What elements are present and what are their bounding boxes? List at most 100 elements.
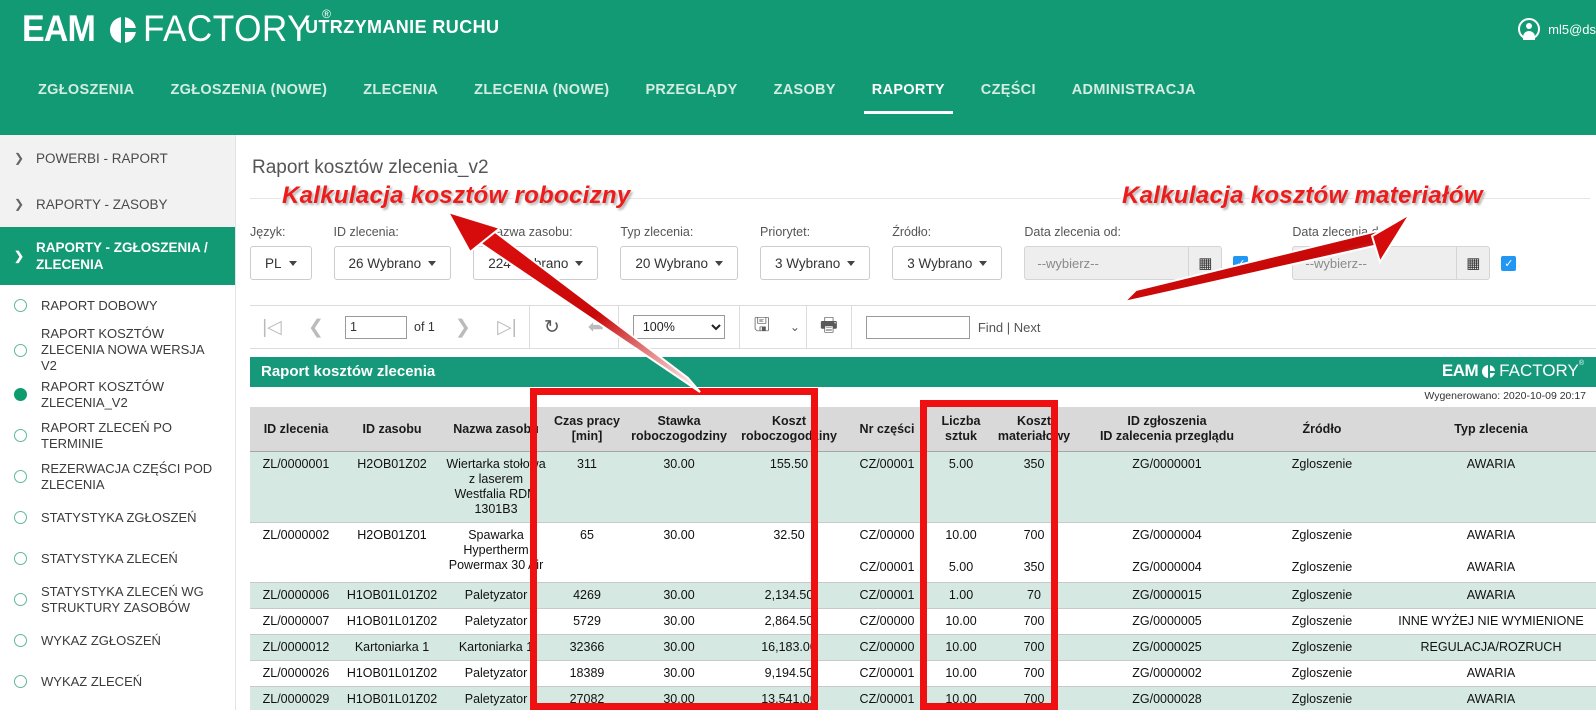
first-page-icon[interactable]: |◁ xyxy=(250,305,294,349)
sidebar-item-9[interactable]: WYKAZ ZGŁOSZEŃ xyxy=(0,620,235,661)
find-next-label[interactable]: Find | Next xyxy=(978,320,1041,335)
previous-page-icon[interactable]: ❮ xyxy=(294,305,338,349)
cell-zrodlo: Zgloszenie xyxy=(1258,686,1386,710)
nav-item-administracja[interactable]: ADMINISTRACJA xyxy=(1054,82,1214,114)
nav-item-zlecenia-nowe[interactable]: ZLECENIA (NOWE) xyxy=(456,82,627,114)
calendar-picker-button[interactable]: ▦ xyxy=(1188,246,1223,280)
table-row: ZL/0000012 Kartoniarka 1 Kartoniarka 1 3236… xyxy=(250,634,1596,661)
save-export-icon[interactable]: 🖫 xyxy=(740,305,784,349)
cell-zgloszenie: ZG/0000004 ZG/0000004 xyxy=(1076,522,1258,583)
column-header-2: ID zasobu xyxy=(342,407,442,452)
cell-koszt_mat: 350 xyxy=(992,451,1076,523)
cell-zasob_id: H1OB01L01Z02 xyxy=(342,686,442,710)
sidebar-group-3[interactable]: ❯ RAPORTY - ZGŁOSZENIA / ZLECENIA xyxy=(0,227,235,285)
cell-stawka: 30.00 xyxy=(624,582,734,609)
radio-button-icon[interactable] xyxy=(14,429,27,442)
cell-zlecenie: ZL/0000026 xyxy=(250,660,342,687)
print-icon[interactable]: 🖶 xyxy=(807,305,851,349)
sidebar-item-label: RAPORT KOSZTÓW ZLECENIA_V2 xyxy=(41,378,165,410)
sidebar-item-7[interactable]: STATYSTYKA ZLECEŃ xyxy=(0,538,235,579)
export-dropdown-chevron-icon[interactable]: ⌄ xyxy=(784,305,806,349)
chevron-down-icon xyxy=(979,260,988,266)
cell-line: 700 xyxy=(1023,666,1045,680)
user-account-menu[interactable]: ml5@ds xyxy=(1518,18,1596,40)
zoom-level-select[interactable]: 100% xyxy=(632,315,725,339)
sidebar-item-2[interactable]: RAPORT KOSZTÓW ZLECENIA NOWA WERSJA V2 xyxy=(0,326,235,374)
sidebar-item-10[interactable]: WYKAZ ZLECEŃ xyxy=(0,661,235,702)
cell-koszt_rbh: 32.50 xyxy=(734,522,844,583)
sidebar-group-2[interactable]: ❯ RAPORTY - ZASOBY xyxy=(0,181,235,227)
cell-koszt_rbh: 2,864.50 xyxy=(734,608,844,635)
cell-koszt_rbh: 155.50 xyxy=(734,451,844,523)
cell-zasob_nazwa: Paletyzator xyxy=(442,608,550,635)
chevron-down-icon xyxy=(428,260,437,266)
radio-button-icon[interactable] xyxy=(14,343,27,357)
page-number-input[interactable] xyxy=(345,315,407,339)
cell-zlecenie: ZL/0000029 xyxy=(250,686,342,710)
filter-4: Typ zlecenia: 20 Wybrano xyxy=(620,225,739,280)
date-input[interactable]: --wybierz-- xyxy=(1024,246,1189,280)
next-page-icon[interactable]: ❯ xyxy=(441,305,485,349)
sidebar-item-4[interactable]: RAPORT ZLECEŃ PO TERMINIE xyxy=(0,415,235,456)
date-input[interactable]: --wybierz-- xyxy=(1292,246,1457,280)
filter-dropdown-button[interactable]: 20 Wybrano xyxy=(620,246,739,280)
cell-line: REGULACJA/ROZRUCH xyxy=(1420,640,1562,654)
nav-item-raporty[interactable]: RAPORTY xyxy=(854,82,963,114)
date-filter-1: Data zlecenia od: --wybierz-- ▦ ✓ xyxy=(1024,225,1249,280)
cell-line: Zgloszenie xyxy=(1291,560,1353,574)
filter-dropdown-button[interactable]: 3 Wybrano xyxy=(892,246,1003,280)
sidebar-item-6[interactable]: STATYSTYKA ZGŁOSZEŃ xyxy=(0,497,235,538)
refresh-icon[interactable]: ↻ xyxy=(530,305,574,349)
sidebar-group-1[interactable]: ❯ POWERBI - RAPORT xyxy=(0,135,235,181)
nav-item-zasoby[interactable]: ZASOBY xyxy=(756,82,854,114)
cell-zasob_id: H1OB01L01Z02 xyxy=(342,660,442,687)
sidebar-item-5[interactable]: REZERWACJA CZĘŚCI POD ZLECENIA xyxy=(0,456,235,497)
cell-sztuk: 10.00 xyxy=(930,608,992,635)
filter-dropdown-button[interactable]: 224 Wybrano xyxy=(473,246,599,280)
last-page-icon[interactable]: ▷| xyxy=(485,305,529,349)
cell-koszt_mat: 700 350 xyxy=(992,522,1076,583)
radio-button-icon[interactable] xyxy=(14,634,27,647)
cell-czesci: CZ/00001 xyxy=(844,660,930,687)
date-filter-controls: --wybierz-- ▦ ✓ xyxy=(1024,246,1249,280)
radio-button-icon[interactable] xyxy=(14,470,27,483)
sidebar-item-1[interactable]: RAPORT DOBOWY xyxy=(0,285,235,326)
date-filter-checkbox[interactable]: ✓ xyxy=(1233,255,1249,271)
cell-zasob_nazwa: Paletyzator xyxy=(442,660,550,687)
radio-button-icon[interactable] xyxy=(14,675,27,688)
nav-item-cz-ci[interactable]: CZĘŚCI xyxy=(963,82,1054,114)
calendar-picker-button[interactable]: ▦ xyxy=(1456,246,1491,280)
cell-zlecenie: ZL/0000001 xyxy=(250,451,342,523)
export-section: 🖫 ⌄ xyxy=(740,305,807,349)
radio-button-icon[interactable] xyxy=(14,593,27,606)
nav-item-przegl-dy[interactable]: PRZEGLĄDY xyxy=(627,82,755,114)
radio-button-icon[interactable] xyxy=(14,299,27,312)
nav-item-zlecenia[interactable]: ZLECENIA xyxy=(345,82,456,114)
cell-czas: 5729 xyxy=(550,608,624,635)
radio-button-icon[interactable] xyxy=(14,511,27,524)
nav-item-zg-oszenia[interactable]: ZGŁOSZENIA xyxy=(20,82,152,114)
radio-button-icon[interactable] xyxy=(14,388,27,401)
cell-typ: INNE WYŻEJ NIE WYMIENIONE xyxy=(1386,608,1596,635)
logo-globe-icon xyxy=(110,17,137,43)
filter-dropdown-button[interactable]: 26 Wybrano xyxy=(333,246,452,280)
find-input[interactable] xyxy=(865,315,970,339)
filter-dropdown-button[interactable]: 3 Wybrano xyxy=(760,246,871,280)
cell-typ: AWARIA xyxy=(1386,451,1596,523)
cell-zlecenie: ZL/0000006 xyxy=(250,582,342,609)
nav-item-zg-oszenia-nowe[interactable]: ZGŁOSZENIA (NOWE) xyxy=(152,82,345,114)
date-filter-checkbox[interactable]: ✓ xyxy=(1501,255,1517,271)
sidebar-navigation: ❯ POWERBI - RAPORT ❯ RAPORTY - ZASOBY ❯ RAPOR… xyxy=(0,135,236,710)
cell-line: 350 xyxy=(1023,457,1045,471)
table-row: ZL/0000026 H1OB01L01Z02 Paletyzator 18389 30… xyxy=(250,660,1596,687)
back-to-parent-icon[interactable]: ⬅ xyxy=(574,305,618,349)
column-header-4: Czas pracy [min] xyxy=(550,407,624,452)
radio-button-icon[interactable] xyxy=(14,552,27,565)
cell-line: 10.00 xyxy=(945,640,977,654)
sidebar-item-3[interactable]: RAPORT KOSZTÓW ZLECENIA_V2 xyxy=(0,374,235,415)
filter-2: ID zlecenia: 26 Wybrano xyxy=(333,225,452,280)
sidebar-item-8[interactable]: STATYSTYKA ZLECEŃ WG STRUKTURY ZASOBÓW xyxy=(0,579,235,620)
cell-stawka: 30.00 xyxy=(624,451,734,523)
cell-czas: 18389 xyxy=(550,660,624,687)
filter-dropdown-button[interactable]: PL xyxy=(250,246,312,280)
